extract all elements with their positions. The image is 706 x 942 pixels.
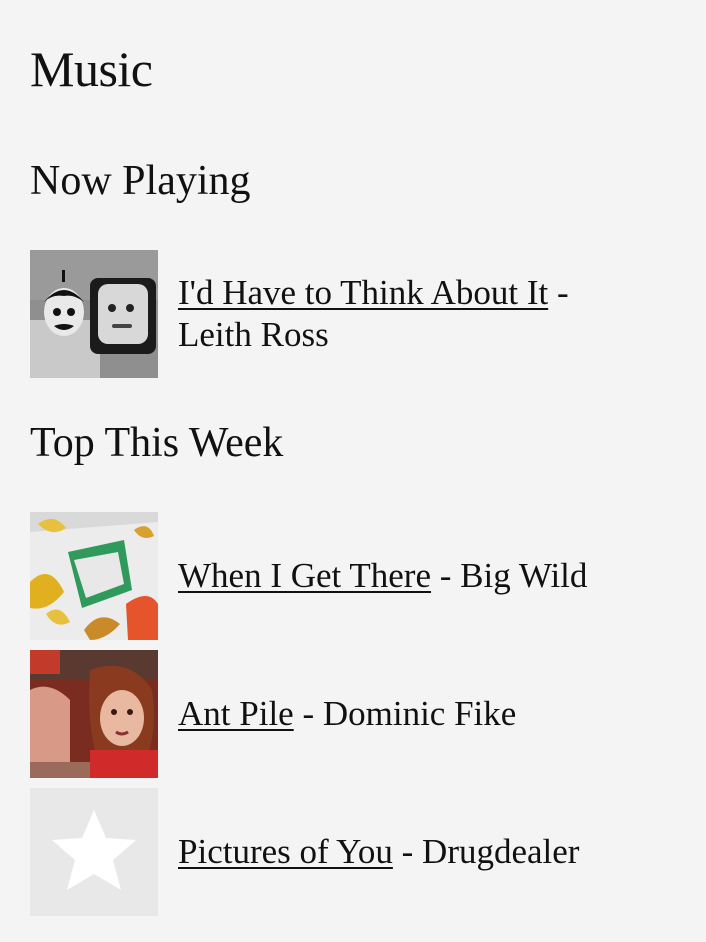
track-separator: - — [548, 273, 569, 312]
top-track-meta: Pictures of You - Drugdealer — [178, 831, 638, 873]
top-this-week-heading: Top This Week — [30, 420, 284, 466]
star-placeholder-icon — [30, 788, 158, 916]
now-playing-track: I'd Have to Think About It - Leith Ross — [30, 250, 690, 378]
placeholder-art — [30, 788, 158, 916]
track-separator: - — [293, 694, 323, 733]
track-artist: Big Wild — [460, 556, 588, 595]
top-track-meta: Ant Pile - Dominic Fike — [178, 693, 638, 735]
track-separator: - — [430, 556, 461, 595]
page-title: Music — [30, 41, 153, 97]
track-title-link[interactable]: I'd Have to Think About It — [178, 273, 548, 312]
album-art-big-wild — [30, 512, 158, 640]
track-artist: Dominic Fike — [322, 694, 517, 733]
track-artist: Drugdealer — [422, 832, 580, 871]
album-art-leith-ross — [30, 250, 158, 378]
track-artist: Leith Ross — [178, 315, 329, 354]
top-track-item: When I Get There - Big Wild — [30, 512, 690, 640]
top-track-item: Pictures of You - Drugdealer — [30, 788, 690, 916]
now-playing-heading: Now Playing — [30, 158, 251, 204]
leith-ross-cover-art — [30, 250, 158, 378]
top-track-item: Ant Pile - Dominic Fike — [30, 650, 690, 778]
track-title-link[interactable]: Ant Pile — [178, 694, 294, 733]
now-playing-meta: I'd Have to Think About It - Leith Ross — [178, 272, 638, 356]
dominic-fike-cover-art — [30, 650, 158, 778]
track-title-link[interactable]: When I Get There — [178, 556, 431, 595]
big-wild-cover-art — [30, 512, 158, 640]
track-title-link[interactable]: Pictures of You — [178, 832, 393, 871]
top-track-meta: When I Get There - Big Wild — [178, 555, 638, 597]
album-art-dominic-fike — [30, 650, 158, 778]
track-separator: - — [392, 832, 423, 871]
